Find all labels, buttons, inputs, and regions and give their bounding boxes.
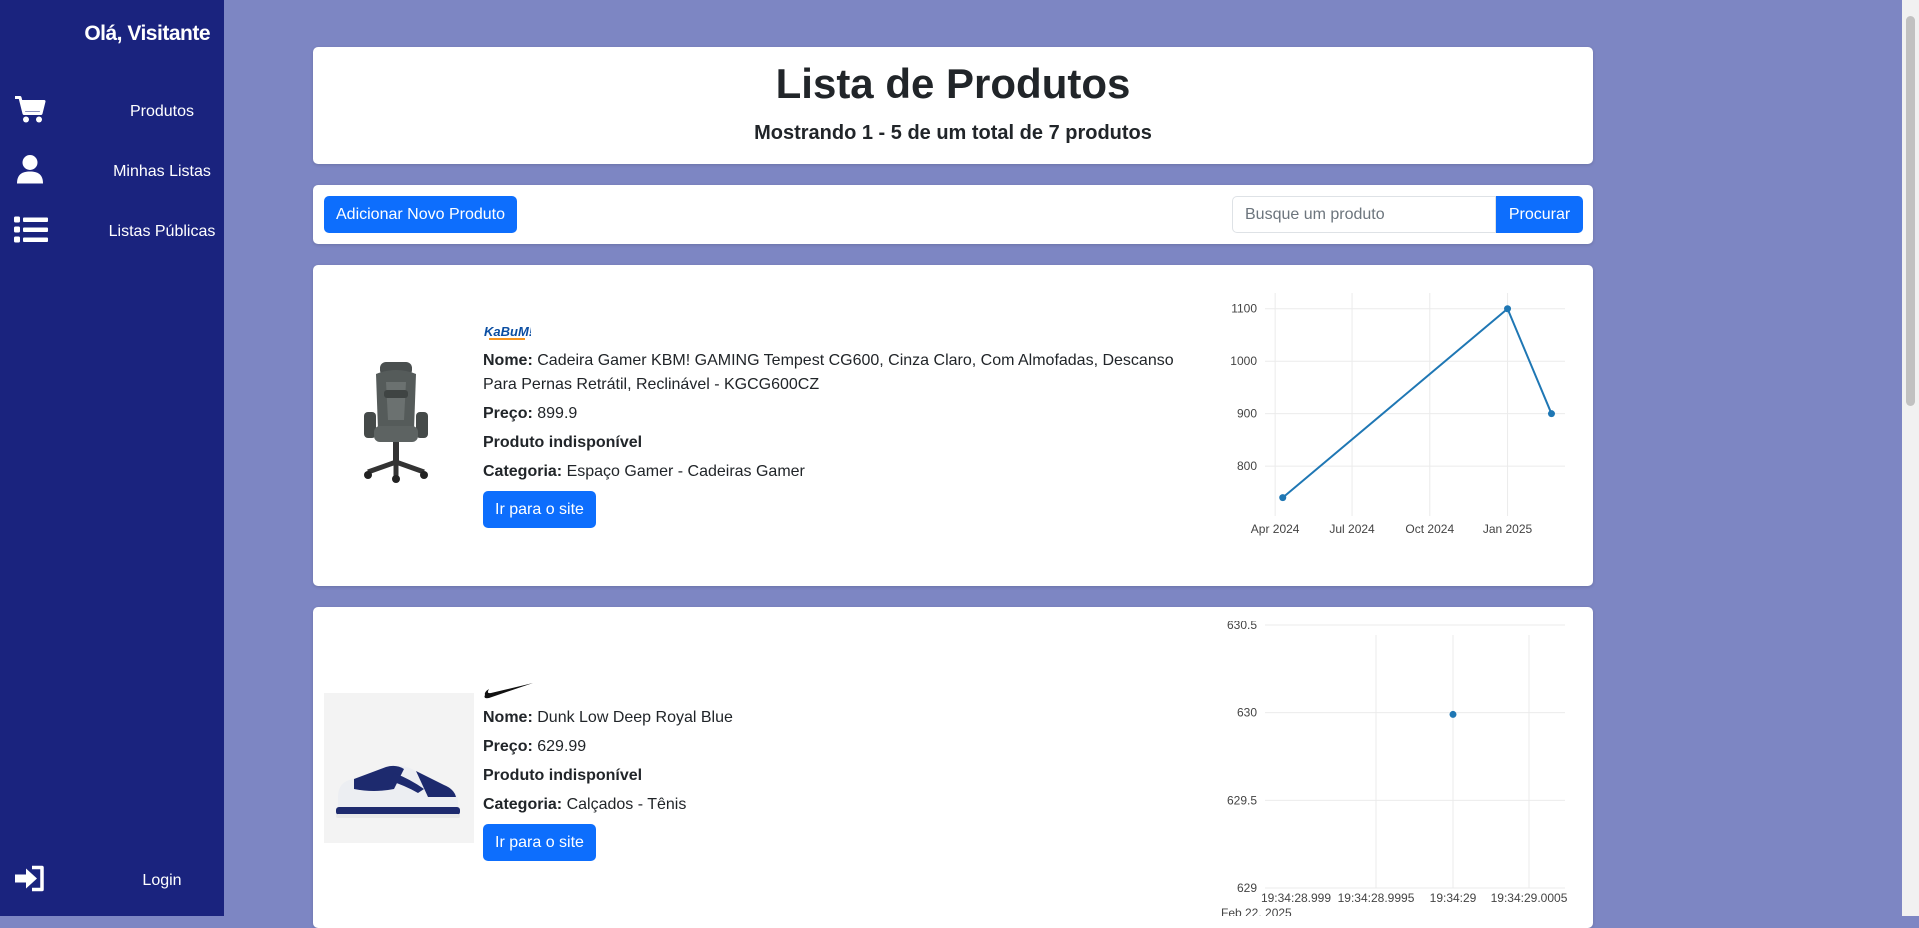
product-info: Nome: Dunk Low Deep Royal Blue Preço: 62… (483, 680, 1183, 861)
x-tick-label: Jul 2024 (1329, 522, 1375, 536)
sidebar-item-label: Minhas Listas (113, 163, 211, 180)
sign-in-icon (14, 865, 46, 898)
sidebar-item-listas-publicas[interactable]: Listas Públicas (0, 209, 224, 255)
sidebar-item-minhas-listas[interactable]: Minhas Listas (0, 149, 224, 195)
y-tick-label: 630 (1237, 706, 1257, 720)
product-price: Preço: 899.9 (483, 405, 578, 422)
sidebar-item-produtos[interactable]: Produtos (0, 89, 224, 135)
x-tick-label: 19:34:28.9995 (1338, 891, 1415, 905)
price-history-chart: Apr 2024 Jul 2024 Oct 2024 Jan 2025 800 900 10… (1230, 293, 1565, 536)
price-history-chart: 19:34:28.999 19:34:28.9995 19:34:29 19:34:2… (1221, 621, 1568, 916)
x-sublabel: Feb 22, 2025 (1221, 906, 1292, 916)
y-tick-label: 1100 (1231, 302, 1257, 316)
toolbar: Adicionar Novo Produto Procurar (313, 185, 1593, 244)
product-availability: Produto indisponível (483, 434, 643, 451)
y-tick-label: 900 (1237, 407, 1257, 421)
product-image (324, 693, 474, 848)
product-category: Categoria: Espaço Gamer - Cadeiras Gamer (483, 463, 805, 480)
add-product-button[interactable]: Adicionar Novo Produto (324, 196, 517, 233)
y-tick-label: 629.5 (1227, 793, 1257, 807)
page-subtitle: Mostrando 1 - 5 de um total de 7 produto… (754, 122, 1152, 144)
search-button[interactable]: Procurar (1496, 196, 1583, 233)
cart-icon (14, 96, 46, 129)
product-price: Preço: 629.99 (483, 738, 587, 755)
sidebar: Olá, Visitante Produtos Minhas Listas Li… (0, 0, 224, 916)
product-info: KaBuM! Nome: Cadeira Gamer KBM! GAMING T… (483, 323, 1183, 528)
user-icon (16, 155, 44, 190)
y-tick-label: 630.5 (1227, 621, 1257, 632)
page-title: Lista de Produtos (775, 60, 1131, 107)
list-icon (14, 216, 48, 249)
data-point (1504, 305, 1512, 313)
x-tick-label: Jan 2025 (1483, 522, 1533, 536)
product-image (358, 360, 434, 491)
x-tick-label: Oct 2024 (1405, 522, 1454, 536)
search-input[interactable] (1232, 196, 1496, 233)
y-tick-label: 629 (1237, 881, 1257, 895)
sidebar-item-label: Listas Públicas (108, 223, 216, 240)
svg-text:KaBuM!: KaBuM! (484, 324, 531, 339)
data-point (1449, 710, 1457, 718)
x-tick-label: 19:34:29 (1430, 891, 1477, 905)
data-point (1279, 494, 1287, 502)
series-line (1282, 307, 1553, 499)
product-name: Nome: Cadeira Gamer KBM! GAMING Tempest … (483, 352, 1174, 393)
sidebar-item-label: Produtos (129, 103, 195, 120)
sidebar-item-label: Login (142, 872, 182, 889)
x-tick-label: 19:34:29.0005 (1491, 891, 1568, 905)
header-card: Lista de Produtos Mostrando 1 - 5 de um … (313, 47, 1593, 164)
data-point (1547, 410, 1555, 418)
product-name: Nome: Dunk Low Deep Royal Blue (483, 709, 733, 726)
scrollbar-thumb[interactable] (1906, 16, 1915, 406)
x-tick-label: 19:34:28.999 (1261, 891, 1331, 905)
product-card: Nome: Dunk Low Deep Royal Blue Preço: 62… (313, 607, 1593, 928)
product-availability: Produto indisponível (483, 767, 643, 784)
kabum-logo-icon: KaBuM! (483, 323, 1183, 345)
product-card: KaBuM! Nome: Cadeira Gamer KBM! GAMING T… (313, 265, 1593, 586)
x-tick-label: Apr 2024 (1251, 522, 1300, 536)
product-category: Categoria: Calçados - Tênis (483, 796, 687, 813)
scrollbar[interactable] (1902, 0, 1919, 916)
go-to-site-button[interactable]: Ir para o site (483, 824, 596, 861)
nike-logo-icon (483, 680, 1183, 702)
y-tick-label: 1000 (1230, 354, 1257, 368)
go-to-site-button[interactable]: Ir para o site (483, 491, 596, 528)
greeting: Olá, Visitante (84, 22, 210, 45)
y-tick-label: 800 (1237, 459, 1257, 473)
login-button[interactable]: Login (0, 858, 224, 904)
